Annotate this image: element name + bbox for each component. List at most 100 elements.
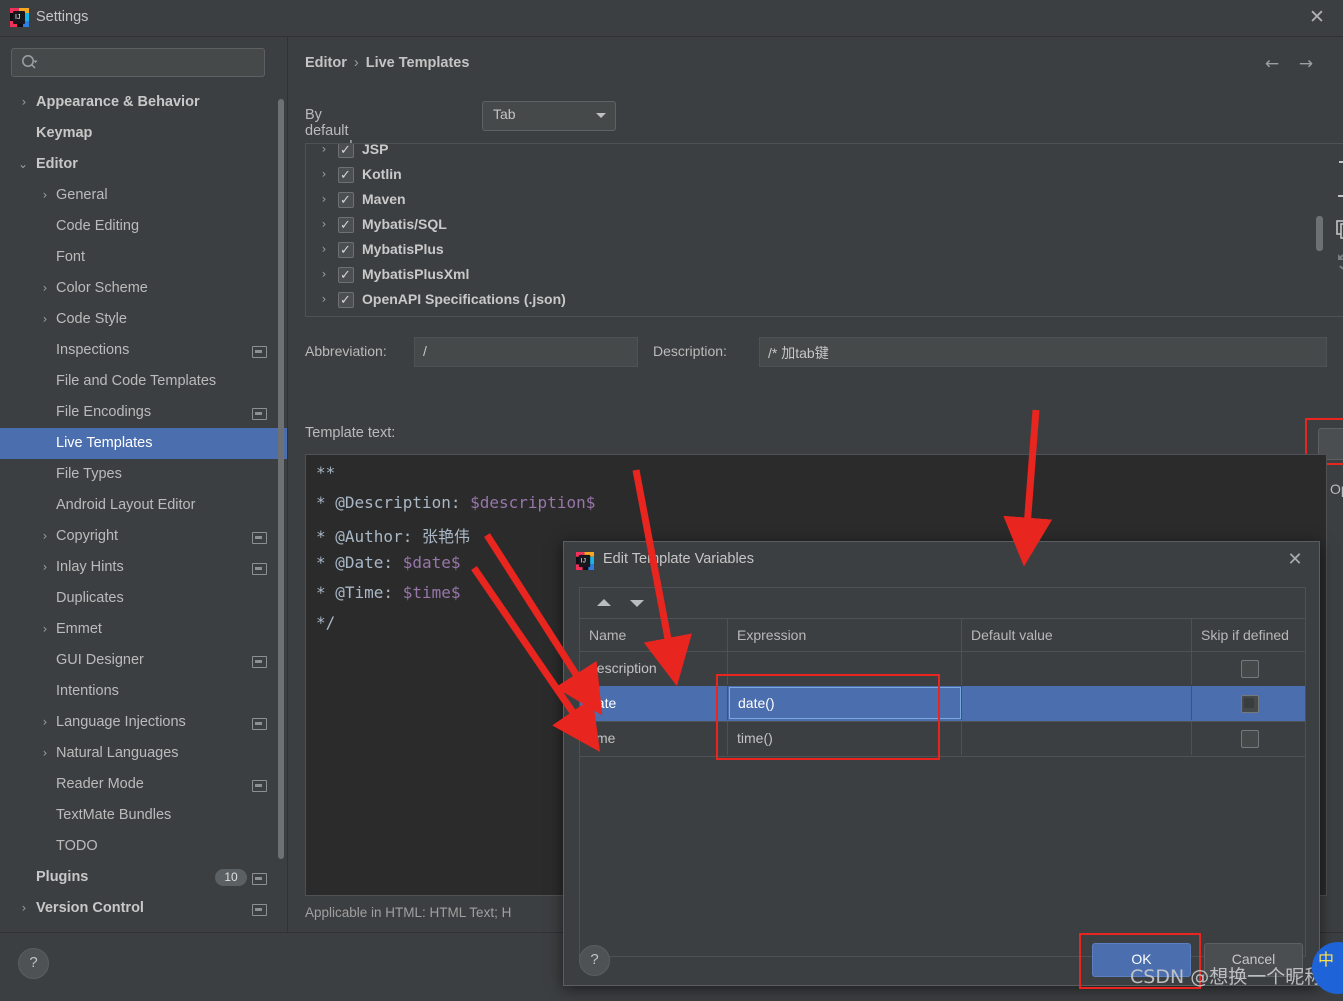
chevron-icon[interactable]: ⌄ <box>17 149 29 180</box>
sidebar-item-emmet[interactable]: › Emmet <box>0 614 287 645</box>
table-row[interactable]: date date() <box>580 686 1305 722</box>
chevron-icon[interactable]: › <box>39 707 51 738</box>
column-header-default-value[interactable]: Default value <box>962 619 1192 651</box>
template-group-row[interactable]: › OpenAPI Specifications (.json) <box>306 287 1326 313</box>
close-icon[interactable]: ✕ <box>1285 550 1305 570</box>
chevron-right-icon[interactable]: › <box>318 187 330 212</box>
variable-skip-cell[interactable] <box>1192 651 1305 685</box>
chevron-right-icon[interactable]: › <box>318 144 330 162</box>
sidebar-item-duplicates[interactable]: Duplicates <box>0 583 287 614</box>
template-group-row[interactable]: › MybatisPlus <box>306 237 1326 263</box>
sidebar-item-plugins[interactable]: Plugins 10 <box>0 862 287 893</box>
reset-template-button[interactable] <box>1334 250 1343 274</box>
search-box[interactable] <box>11 48 265 77</box>
variable-default-value-cell[interactable] <box>962 651 1192 685</box>
chevron-right-icon[interactable]: › <box>318 287 330 312</box>
chevron-icon[interactable]: › <box>39 521 51 552</box>
duplicate-template-button[interactable] <box>1334 218 1343 242</box>
sidebar-item-live-templates[interactable]: Live Templates <box>0 428 287 459</box>
add-template-button[interactable] <box>1334 152 1343 176</box>
table-row[interactable]: description <box>580 651 1305 687</box>
sidebar-item-font[interactable]: Font <box>0 242 287 273</box>
templates-tree[interactable]: › JSP › Kotlin › Maven › Mybatis/SQL › MybatisPlu… <box>305 143 1327 317</box>
variable-name-cell[interactable]: description <box>580 651 728 685</box>
sidebar-item-code-style[interactable]: › Code Style <box>0 304 287 335</box>
template-group-checkbox[interactable] <box>338 213 354 238</box>
variable-default-value-cell[interactable] <box>962 686 1192 720</box>
variable-skip-cell[interactable] <box>1192 721 1305 755</box>
expand-with-dropdown[interactable]: Tab <box>482 101 616 131</box>
sidebar-item-inlay-hints[interactable]: › Inlay Hints <box>0 552 287 583</box>
sidebar-item-version-control[interactable]: › Version Control <box>0 893 287 917</box>
sidebar-item-color-scheme[interactable]: › Color Scheme <box>0 273 287 304</box>
search-input[interactable] <box>44 52 258 75</box>
skip-if-defined-checkbox[interactable] <box>1240 730 1259 748</box>
chevron-icon[interactable]: › <box>39 738 51 769</box>
chevron-right-icon[interactable]: › <box>318 237 330 262</box>
template-group-row[interactable]: › Kotlin <box>306 162 1326 188</box>
template-group-row[interactable]: › Maven <box>306 187 1326 213</box>
sidebar-item-language-injections[interactable]: › Language Injections <box>0 707 287 738</box>
forward-arrow-icon[interactable]: → <box>1295 55 1317 75</box>
close-icon[interactable]: ✕ <box>1307 8 1327 28</box>
template-group-checkbox[interactable] <box>338 163 354 188</box>
move-down-icon[interactable] <box>626 594 648 612</box>
column-header-name[interactable]: Name <box>580 619 728 651</box>
sidebar-item-keymap[interactable]: Keymap <box>0 118 287 149</box>
template-group-checkbox[interactable] <box>338 288 354 313</box>
template-group-row[interactable]: › JSP <box>306 144 1326 163</box>
chevron-icon[interactable]: › <box>39 304 51 335</box>
chevron-icon[interactable]: › <box>39 180 51 211</box>
sidebar-item-android-layout-editor[interactable]: Android Layout Editor <box>0 490 287 521</box>
template-group-checkbox[interactable] <box>338 188 354 213</box>
sidebar-item-copyright[interactable]: › Copyright <box>0 521 287 552</box>
sidebar-item-general[interactable]: › General <box>0 180 287 211</box>
sidebar-item-intentions[interactable]: Intentions <box>0 676 287 707</box>
template-group-checkbox[interactable] <box>338 263 354 288</box>
sidebar-tree[interactable]: › Appearance & Behavior Keymap ⌄ Editor › Gene… <box>0 87 287 917</box>
chevron-icon[interactable]: › <box>39 552 51 583</box>
sidebar-item-code-editing[interactable]: Code Editing <box>0 211 287 242</box>
skip-if-defined-checkbox[interactable] <box>1240 660 1259 678</box>
sidebar-item-file-encodings[interactable]: File Encodings <box>0 397 287 428</box>
variable-default-value-cell[interactable] <box>962 721 1192 755</box>
template-group-row[interactable]: › Mybatis/SQL <box>306 212 1326 238</box>
sidebar-item-natural-languages[interactable]: › Natural Languages <box>0 738 287 769</box>
sidebar-item-reader-mode[interactable]: Reader Mode <box>0 769 287 800</box>
chevron-icon[interactable]: › <box>18 893 30 917</box>
chevron-icon[interactable]: › <box>39 273 51 304</box>
remove-template-button[interactable] <box>1334 184 1343 208</box>
chevron-icon[interactable]: › <box>39 614 51 645</box>
column-header-skip-if-defined[interactable]: Skip if defined <box>1192 619 1305 651</box>
back-arrow-icon[interactable]: ← <box>1261 55 1283 75</box>
variable-skip-cell[interactable] <box>1192 686 1305 720</box>
template-group-row[interactable]: › MybatisPlusXml <box>306 262 1326 288</box>
templates-scrollbar[interactable] <box>1316 216 1323 251</box>
table-row[interactable]: time time() <box>580 721 1305 757</box>
dialog-help-button[interactable]: ? <box>579 945 610 976</box>
chevron-right-icon[interactable]: › <box>318 262 330 287</box>
sidebar-item-todo[interactable]: TODO <box>0 831 287 862</box>
sidebar-scrollbar[interactable] <box>278 99 284 859</box>
variable-name-cell[interactable]: date <box>580 686 728 720</box>
sidebar-item-file-and-code-templates[interactable]: File and Code Templates <box>0 366 287 397</box>
sidebar-item-editor[interactable]: ⌄ Editor <box>0 149 287 180</box>
description-input[interactable]: /* 加tab键 <box>759 337 1327 367</box>
chevron-icon[interactable]: › <box>18 87 30 118</box>
sidebar-item-gui-designer[interactable]: GUI Designer <box>0 645 287 676</box>
move-up-icon[interactable] <box>593 594 615 612</box>
sidebar-item-inspections[interactable]: Inspections <box>0 335 287 366</box>
variable-name-cell[interactable]: time <box>580 721 728 755</box>
sidebar-item-file-types[interactable]: File Types <box>0 459 287 490</box>
template-group-checkbox[interactable] <box>338 144 354 163</box>
sidebar-item-appearance-behavior[interactable]: › Appearance & Behavior <box>0 87 287 118</box>
sidebar-item-textmate-bundles[interactable]: TextMate Bundles <box>0 800 287 831</box>
skip-if-defined-checkbox[interactable] <box>1240 695 1259 713</box>
help-button[interactable]: ? <box>18 948 49 979</box>
breadcrumb-parent[interactable]: Editor <box>305 55 347 71</box>
abbreviation-input[interactable]: / <box>414 337 638 367</box>
chevron-right-icon[interactable]: › <box>318 162 330 187</box>
chevron-right-icon[interactable]: › <box>318 212 330 237</box>
template-group-checkbox[interactable] <box>338 238 354 263</box>
column-header-expression[interactable]: Expression <box>728 619 962 651</box>
